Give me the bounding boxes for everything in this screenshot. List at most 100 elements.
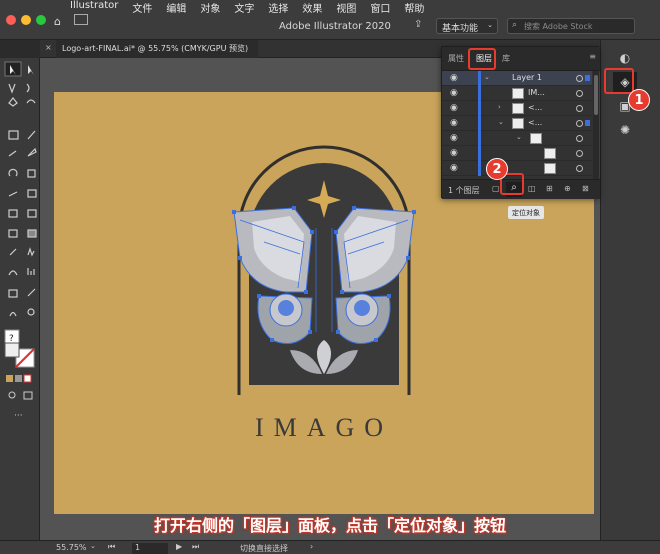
tab-libraries[interactable]: 库: [502, 53, 510, 64]
menu-item-object[interactable]: 对象: [200, 0, 220, 15]
first-artboard-icon[interactable]: ⏮: [108, 542, 115, 552]
pen-tool-icon: [8, 97, 18, 107]
color-panel-icon[interactable]: ◐: [615, 48, 635, 68]
target-ring-icon[interactable]: [576, 135, 583, 142]
target-ring-icon[interactable]: [576, 75, 583, 82]
menu-item-effect[interactable]: 效果: [302, 0, 322, 15]
home-icon[interactable]: ⌂: [54, 15, 61, 28]
menu-item-illustrator[interactable]: Illustrator: [70, 0, 118, 14]
zoom-level[interactable]: 55.75%: [56, 543, 87, 552]
tools-panel: ? ···: [0, 58, 40, 540]
target-ring-icon[interactable]: [576, 90, 583, 97]
visibility-eye-icon[interactable]: ◉: [450, 88, 458, 98]
visibility-eye-icon[interactable]: ◉: [450, 73, 458, 83]
minimize-window-button[interactable]: [21, 15, 31, 25]
arrange-documents-icon[interactable]: [74, 14, 88, 25]
chevron-down-icon[interactable]: ⌄: [90, 542, 96, 550]
trash-icon[interactable]: ⊠: [582, 184, 589, 193]
blend-tool-icon: [27, 247, 35, 257]
layer-name: <...: [528, 103, 543, 112]
shaper-tool-icon: [8, 150, 17, 157]
status-menu-icon[interactable]: ›: [310, 542, 313, 551]
menu-item-type[interactable]: 文字: [234, 0, 254, 15]
scrollbar-thumb[interactable]: [594, 75, 598, 115]
appearance-panel-icon[interactable]: ✺: [615, 120, 635, 140]
share-icon[interactable]: ⇪: [414, 19, 422, 30]
tools-grid: ? ···: [4, 61, 37, 421]
rectangle-tool-icon: [8, 130, 19, 140]
target-ring-icon[interactable]: [576, 120, 583, 127]
zoom-tool-icon: [27, 308, 35, 316]
artboard-number[interactable]: 1: [132, 543, 168, 554]
layers-icon-highlight: [604, 68, 634, 94]
edit-toolbar-icon: ···: [14, 411, 23, 421]
app-title: Adobe Illustrator 2020: [279, 21, 391, 32]
column-graph-tool-icon: [27, 268, 35, 275]
app-title-bar: ⌂ Illustrator 文件 编辑 对象 文字 选择 效果 视图 窗口 帮助…: [0, 0, 660, 40]
next-artboard-icon[interactable]: ▶: [176, 542, 182, 551]
close-tab-icon[interactable]: ×: [45, 43, 52, 52]
perspective-grid-tool-icon: [27, 209, 37, 218]
menu-item-view[interactable]: 视图: [336, 0, 356, 15]
visibility-eye-icon[interactable]: ◉: [450, 148, 458, 158]
selection-indicator[interactable]: [585, 75, 590, 81]
collect-for-export-icon[interactable]: ▢: [492, 184, 500, 193]
close-window-button[interactable]: [6, 15, 16, 25]
artboard-tool-icon: [8, 289, 18, 298]
right-dock: ◐ ◈ ▣ ✺: [600, 40, 660, 540]
step-2-badge: 2: [486, 158, 508, 180]
menu-item-select[interactable]: 选择: [268, 0, 288, 15]
layer-row[interactable]: ◉: [442, 146, 592, 161]
new-sublayer-icon[interactable]: ⊞: [546, 184, 553, 193]
visibility-eye-icon[interactable]: ◉: [450, 133, 458, 143]
stock-search-input[interactable]: ⌕ 搜索 Adobe Stock: [507, 18, 635, 34]
layer-count: 1 个图层: [448, 186, 480, 195]
layer-thumbnail: [544, 163, 556, 174]
workspace-label: 基本功能: [442, 24, 479, 34]
scale-tool-icon: [27, 169, 36, 178]
paintbrush-tool-icon: [27, 130, 36, 140]
gradient-mode-swatch: [15, 375, 22, 382]
panel-menu-icon[interactable]: ≡: [589, 52, 596, 61]
layer-row[interactable]: ◉ › <...: [442, 101, 592, 116]
make-clipping-mask-icon[interactable]: ◫: [528, 184, 536, 193]
layer-row[interactable]: ◉ ⌄ Layer 1: [442, 71, 592, 86]
rotate-tool-icon: [8, 168, 18, 177]
layer-row[interactable]: ◉ ⌄ <...: [442, 116, 592, 131]
layer-name: <...: [528, 118, 543, 127]
mesh-tool-icon: [8, 229, 18, 238]
document-tab[interactable]: Logo-art-FINAL.ai* @ 55.75% (CMYK/GPU 预览…: [56, 40, 259, 58]
menu-item-file[interactable]: 文件: [132, 0, 152, 15]
logo-wordmark: IMAGO: [255, 413, 393, 442]
target-ring-icon[interactable]: [576, 165, 583, 172]
chevron-down-icon[interactable]: ⌄: [516, 133, 522, 141]
direct-selection-tool-icon: [28, 65, 34, 75]
layer-name: Layer 1: [512, 73, 542, 82]
search-icon: ⌕: [512, 20, 518, 30]
locate-object-tooltip: 定位对象: [508, 206, 544, 219]
chevron-down-icon[interactable]: ⌄: [498, 118, 504, 126]
menu-item-help[interactable]: 帮助: [404, 0, 424, 15]
menu-item-window[interactable]: 窗口: [370, 0, 390, 15]
panel-tab-bar: 属性 图层 库 ≡: [442, 47, 600, 71]
layer-row[interactable]: ◉ ⌄: [442, 131, 592, 146]
layers-scrollbar[interactable]: [593, 71, 599, 179]
tutorial-caption: 打开右侧的「图层」面板，点击「定位对象」按钮: [153, 516, 506, 535]
chevron-down-icon[interactable]: ⌄: [484, 73, 490, 81]
target-ring-icon[interactable]: [576, 150, 583, 157]
menu-item-edit[interactable]: 编辑: [166, 0, 186, 15]
target-ring-icon[interactable]: [576, 105, 583, 112]
selection-indicator[interactable]: [585, 120, 590, 126]
visibility-eye-icon[interactable]: ◉: [450, 118, 458, 128]
chevron-right-icon[interactable]: ›: [498, 103, 501, 111]
last-artboard-icon[interactable]: ⏭: [192, 542, 199, 552]
current-tool-label: 切换直接选择: [240, 544, 288, 553]
new-layer-icon[interactable]: ⊕: [564, 184, 571, 193]
layer-thumbnail: [512, 118, 524, 129]
layer-row[interactable]: ◉ IM...: [442, 86, 592, 101]
zoom-window-button[interactable]: [36, 15, 46, 25]
workspace-switcher[interactable]: 基本功能 ⌄: [436, 18, 498, 34]
visibility-eye-icon[interactable]: ◉: [450, 103, 458, 113]
tab-properties[interactable]: 属性: [448, 53, 464, 64]
visibility-eye-icon[interactable]: ◉: [450, 163, 458, 173]
